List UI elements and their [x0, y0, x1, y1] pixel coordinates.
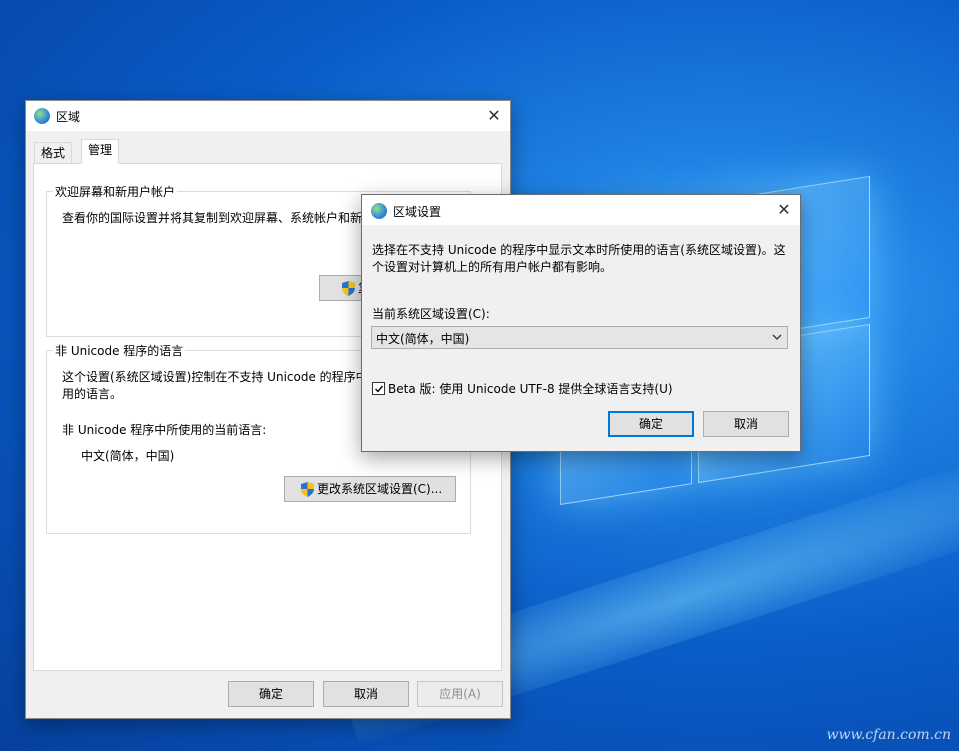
- dialog-description-line1: 选择在不支持 Unicode 的程序中显示文本时所使用的语言(系统区域设置)。这: [372, 243, 786, 257]
- locale-select[interactable]: 中文(简体，中国): [371, 326, 788, 349]
- region-titlebar[interactable]: 区域 ✕: [26, 101, 510, 131]
- current-language-label: 非 Unicode 程序中所使用的当前语言:: [62, 423, 267, 437]
- watermark: www.cfan.com.cn: [826, 727, 951, 743]
- change-locale-label: 更改系统区域设置(C)...: [317, 482, 443, 496]
- chevron-down-icon: [772, 334, 782, 340]
- beta-utf8-checkbox[interactable]: [372, 382, 385, 395]
- ok-button[interactable]: 确定: [228, 681, 314, 707]
- tab-format[interactable]: 格式: [34, 142, 73, 164]
- group-description-line1: 这个设置(系统区域设置)控制在不支持 Unicode 的程序中: [62, 370, 368, 384]
- dialog-title: 区域设置: [393, 205, 442, 219]
- group-description-line2: 用的语言。: [62, 387, 123, 401]
- region-settings-dialog: 区域设置 ✕ 选择在不支持 Unicode 的程序中显示文本时所使用的语言(系统…: [361, 194, 801, 452]
- current-locale-label: 当前系统区域设置(C):: [372, 307, 490, 321]
- group-legend: 欢迎屏幕和新用户帐户: [53, 183, 178, 200]
- close-icon[interactable]: ✕: [484, 106, 504, 126]
- current-language-value: 中文(简体，中国): [81, 449, 175, 463]
- shield-icon: [301, 482, 314, 497]
- change-system-locale-button[interactable]: 更改系统区域设置(C)...: [284, 476, 456, 502]
- close-icon[interactable]: ✕: [774, 200, 794, 220]
- globe-icon: [34, 108, 50, 124]
- dialog-ok-button[interactable]: 确定: [608, 411, 694, 437]
- tab-administrative[interactable]: 管理: [81, 139, 120, 164]
- beta-utf8-label[interactable]: Beta 版: 使用 Unicode UTF-8 提供全球语言支持(U): [388, 381, 673, 397]
- checkmark-icon: [375, 385, 384, 393]
- dialog-titlebar[interactable]: 区域设置 ✕: [362, 195, 800, 225]
- dialog-description-line2: 个设置对计算机上的所有用户帐户都有影响。: [372, 260, 613, 274]
- dialog-cancel-button[interactable]: 取消: [703, 411, 789, 437]
- window-title: 区域: [56, 110, 81, 124]
- group-legend: 非 Unicode 程序的语言: [53, 342, 186, 359]
- globe-icon: [371, 203, 387, 219]
- apply-button[interactable]: 应用(A): [417, 681, 503, 707]
- cancel-button[interactable]: 取消: [323, 681, 409, 707]
- shield-icon: [342, 281, 355, 296]
- group-description: 查看你的国际设置并将其复制到欢迎屏幕、系统帐户和新: [62, 211, 363, 225]
- locale-select-value: 中文(简体，中国): [376, 332, 470, 346]
